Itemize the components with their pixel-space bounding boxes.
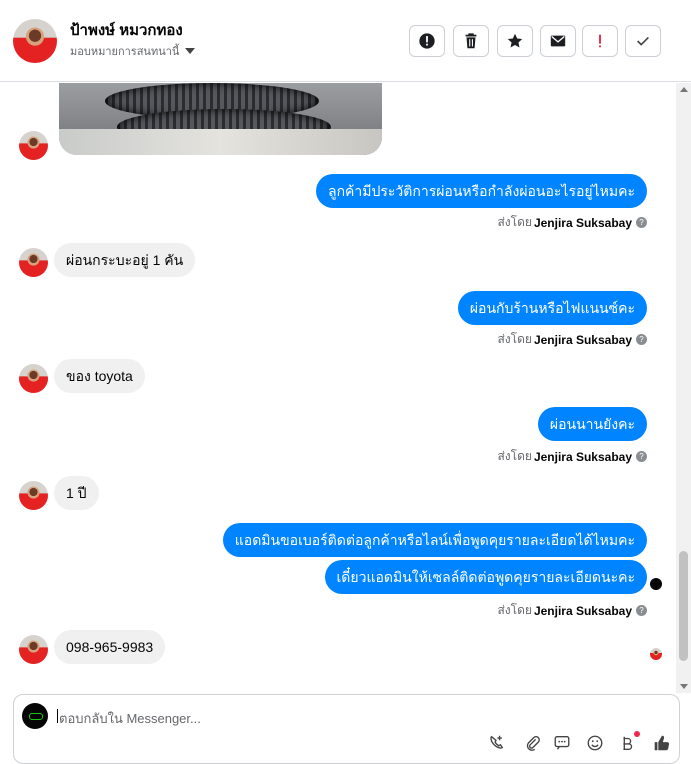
sent-by-label: ส่งโดย Jenjira Suksabay ? — [497, 447, 647, 466]
assign-conversation-dropdown[interactable]: มอบหมายการสนทนานี้ — [70, 42, 196, 60]
sent-prefix: ส่งโดย — [497, 332, 532, 346]
alert-circle-icon — [419, 33, 435, 49]
message-outgoing[interactable]: เดี๋ยวแอดมินให้เซลล์ติดต่อพูดคุยรายละเอี… — [324, 560, 647, 594]
emoji-button[interactable] — [585, 733, 605, 753]
add-call-icon — [490, 735, 504, 749]
message-thread[interactable]: ลูกค้ามีประวัติการผ่อนหรือกำลังผ่อนอะไรอ… — [0, 83, 676, 693]
scroll-up-icon[interactable] — [680, 87, 688, 92]
trash-icon — [465, 33, 477, 49]
sent-prefix: ส่งโดย — [497, 449, 532, 463]
read-receipt-avatar — [650, 648, 662, 660]
star-button[interactable] — [497, 25, 533, 57]
customer-avatar[interactable] — [19, 131, 48, 160]
message-outgoing[interactable]: ผ่อนกับร้านหรือไฟแนนซ์คะ — [457, 291, 647, 325]
help-icon[interactable]: ? — [636, 451, 647, 462]
emoji-icon — [587, 735, 603, 751]
sender-name: Jenjira Suksabay — [533, 332, 632, 347]
notification-dot — [634, 731, 640, 737]
sent-by-label: ส่งโดย Jenjira Suksabay ? — [497, 330, 647, 349]
customer-avatar[interactable] — [19, 635, 48, 664]
scrollbar-thumb[interactable] — [679, 551, 688, 661]
sender-name: Jenjira Suksabay — [533, 603, 632, 618]
assign-label: มอบหมายการสนทนานี้ — [70, 46, 180, 58]
saved-reply-button[interactable] — [552, 733, 572, 753]
scroll-down-icon[interactable] — [680, 684, 688, 689]
delete-button[interactable] — [453, 25, 489, 57]
contact-avatar[interactable] — [13, 19, 57, 63]
message-outgoing[interactable]: แอดมินขอเบอร์ติดต่อลูกค้าหรือไลน์เพื่อพู… — [222, 523, 647, 557]
conversation-header: ป้าพงษ์ หมวกทอง มอบหมายการสนทนานี้ — [0, 0, 691, 82]
reply-composer[interactable] — [13, 694, 680, 764]
envelope-icon — [550, 35, 566, 47]
help-icon[interactable]: ? — [636, 217, 647, 228]
message-incoming[interactable]: 098-965-9983 — [54, 630, 166, 664]
tire-photo-attachment[interactable] — [59, 83, 382, 155]
exclamation-icon — [599, 34, 601, 48]
attachment-icon — [526, 736, 540, 751]
star-icon — [507, 33, 523, 48]
contact-name[interactable]: ป้าพงษ์ หมวกทอง — [70, 18, 183, 42]
baht-icon — [623, 736, 633, 750]
message-incoming[interactable]: 1 ปี — [54, 476, 99, 510]
report-button[interactable] — [409, 25, 445, 57]
sent-by-label: ส่งโดย Jenjira Suksabay ? — [497, 213, 647, 232]
customer-avatar[interactable] — [19, 481, 48, 510]
sent-prefix: ส่งโดย — [497, 215, 532, 229]
saved-reply-icon — [554, 736, 570, 750]
add-call-button[interactable] — [486, 733, 506, 753]
message-outgoing[interactable]: ผ่อนนานยังคะ — [537, 407, 647, 441]
sent-by-label: ส่งโดย Jenjira Suksabay ? — [497, 601, 647, 620]
done-button[interactable] — [625, 25, 661, 57]
chevron-down-icon — [185, 48, 196, 54]
sender-name: Jenjira Suksabay — [533, 215, 632, 230]
photo-ground — [59, 129, 382, 155]
sent-prefix: ส่งโดย — [497, 603, 532, 617]
message-incoming[interactable]: ของ toyota — [54, 359, 145, 393]
seen-avatar — [650, 578, 662, 590]
check-icon — [637, 36, 649, 46]
reply-input[interactable] — [57, 703, 581, 733]
sender-name: Jenjira Suksabay — [533, 449, 632, 464]
like-button[interactable] — [651, 733, 671, 753]
help-icon[interactable]: ? — [636, 605, 647, 616]
message-outgoing[interactable]: ลูกค้ามีประวัติการผ่อนหรือกำลังผ่อนอะไรอ… — [315, 174, 647, 208]
email-button[interactable] — [540, 25, 576, 57]
message-scrollbar[interactable] — [676, 83, 691, 693]
text-cursor — [57, 709, 58, 723]
thumbs-up-icon — [654, 735, 670, 751]
customer-avatar[interactable] — [19, 248, 48, 277]
attachment-button[interactable] — [522, 733, 542, 753]
message-incoming[interactable]: ผ่อนกระบะอยู่ 1 คัน — [54, 243, 196, 277]
customer-avatar[interactable] — [19, 364, 48, 393]
page-avatar — [22, 703, 48, 729]
important-button[interactable] — [582, 25, 618, 57]
help-icon[interactable]: ? — [636, 334, 647, 345]
